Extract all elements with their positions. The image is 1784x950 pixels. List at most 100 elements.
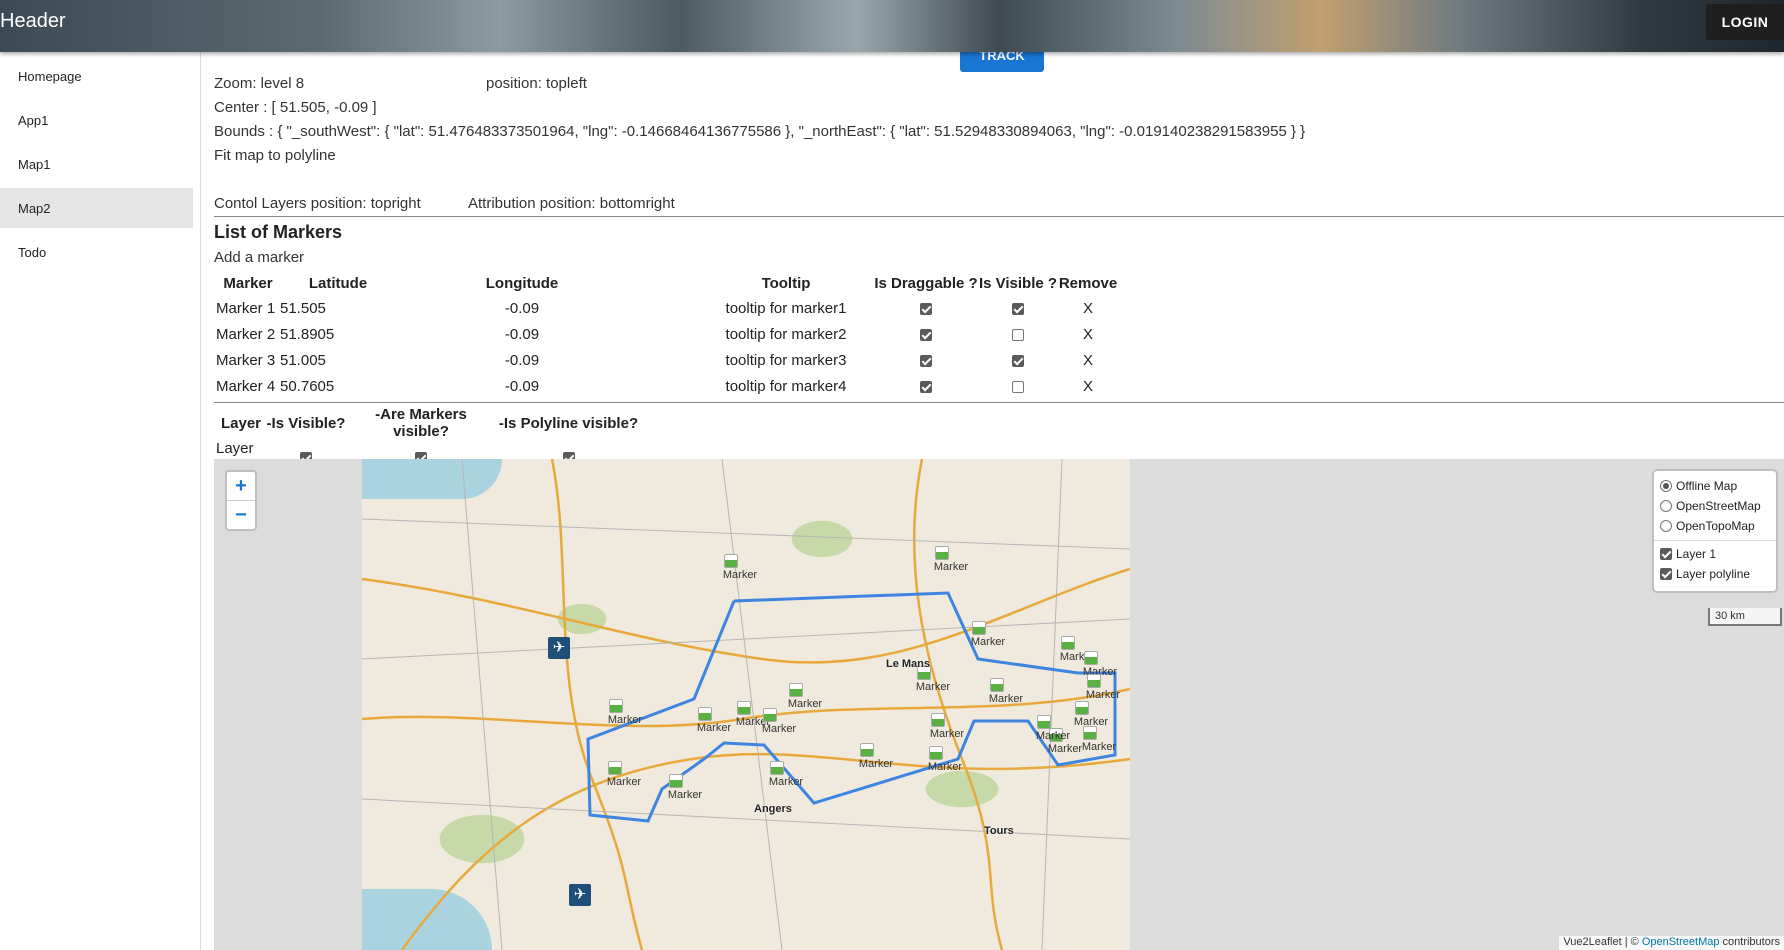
- zoom-out-button[interactable]: −: [227, 500, 255, 528]
- map-marker[interactable]: Marker: [666, 772, 704, 810]
- add-marker-link[interactable]: Add a marker: [214, 249, 304, 266]
- table-header-row: Layer -Is Visible? -Are Markers visible?…: [216, 406, 641, 440]
- col-longitude: Longitude: [485, 274, 559, 292]
- marker-latitude[interactable]: 51.005: [280, 347, 396, 373]
- marker-label: Marker: [858, 758, 894, 770]
- base-layer-opentopomap[interactable]: OpenTopoMap: [1660, 516, 1770, 536]
- radio-icon[interactable]: [1660, 480, 1672, 492]
- map-marker[interactable]: Marker: [1034, 713, 1072, 751]
- draggable-checkbox[interactable]: [920, 328, 932, 341]
- marker-label: Marker: [929, 728, 965, 740]
- sidebar-item-map1[interactable]: Map1: [0, 144, 193, 184]
- marker-image-icon: [609, 699, 623, 713]
- login-button[interactable]: LOGIN: [1706, 4, 1784, 40]
- radio-icon[interactable]: [1660, 500, 1672, 512]
- map-marker[interactable]: Marker: [987, 676, 1025, 714]
- base-layer-openstreetmap[interactable]: OpenStreetMap: [1660, 496, 1770, 516]
- marker-label: Marker: [915, 681, 951, 693]
- visible-checkbox[interactable]: [1012, 354, 1024, 367]
- marker-tooltip[interactable]: tooltip for marker1: [698, 295, 874, 321]
- col-layer-visible: -Is Visible?: [266, 414, 346, 432]
- overlay-layer-1[interactable]: Layer 1: [1660, 544, 1770, 564]
- fit-polyline-link[interactable]: Fit map to polyline: [214, 147, 336, 164]
- marker-image-icon: [724, 554, 738, 568]
- col-markers-visible: -Are Markers visible?: [375, 406, 467, 440]
- col-layer: Layer: [220, 414, 262, 432]
- marker-name: Marker 3: [216, 351, 276, 369]
- marker-tooltip[interactable]: tooltip for marker4: [698, 373, 874, 399]
- marker-longitude[interactable]: -0.09: [396, 347, 648, 373]
- draggable-checkbox[interactable]: [920, 302, 932, 315]
- map-marker[interactable]: Marker: [932, 544, 970, 582]
- col-tooltip: Tooltip: [761, 274, 811, 292]
- map-marker[interactable]: Marker: [969, 619, 1007, 657]
- remove-button[interactable]: X: [1058, 347, 1118, 373]
- marker-image-icon: [931, 713, 945, 727]
- checkbox-icon[interactable]: [1660, 568, 1672, 580]
- openstreetmap-link[interactable]: OpenStreetMap: [1642, 936, 1720, 948]
- spacer: [648, 295, 698, 321]
- sidebar-item-app1[interactable]: App1: [0, 100, 193, 140]
- map-marker[interactable]: Marker: [1080, 724, 1118, 762]
- marker-latitude[interactable]: 50.7605: [280, 373, 396, 399]
- spacer: [648, 321, 698, 347]
- layers-position-text: Contol Layers position: topright: [214, 195, 421, 212]
- marker-longitude[interactable]: -0.09: [396, 321, 648, 347]
- marker-name: Marker 4: [216, 377, 276, 395]
- remove-button[interactable]: X: [1058, 373, 1118, 399]
- markers-list-title: List of Markers: [214, 222, 343, 242]
- marker-label: Marker: [1081, 741, 1117, 753]
- map-marker[interactable]: Marker: [605, 759, 643, 797]
- remove-button[interactable]: X: [1058, 321, 1118, 347]
- marker-longitude[interactable]: -0.09: [396, 373, 648, 399]
- marker-latitude[interactable]: 51.8905: [280, 321, 396, 347]
- marker-image-icon: [608, 761, 622, 775]
- header-title: Header: [0, 10, 66, 32]
- visible-checkbox[interactable]: [1012, 328, 1024, 341]
- marker-tooltip[interactable]: tooltip for marker3: [698, 347, 874, 373]
- col-remove: Remove: [1058, 274, 1118, 292]
- map-marker[interactable]: Marker: [721, 552, 759, 590]
- marker-label: Marker: [933, 561, 969, 573]
- col-draggable: Is Draggable ?: [874, 274, 978, 292]
- base-layer-offline[interactable]: Offline Map: [1660, 476, 1770, 496]
- overlay-label: Layer polyline: [1676, 567, 1751, 581]
- map-container[interactable]: Marker Marker Marker Marker Marker Marker Mark…: [214, 459, 1784, 950]
- map-marker[interactable]: Marker: [926, 744, 964, 782]
- divider: [1654, 540, 1776, 541]
- checkbox-icon[interactable]: [1660, 548, 1672, 560]
- table-row: Marker 2 51.8905 -0.09 tooltip for marker2 X: [216, 321, 1118, 347]
- visible-checkbox[interactable]: [1012, 302, 1024, 315]
- map-marker[interactable]: Marker: [695, 705, 733, 743]
- map-marker[interactable]: Marker: [606, 697, 644, 735]
- zoom-position-text: position: topleft: [486, 75, 587, 92]
- sidebar-item-todo[interactable]: Todo: [0, 232, 193, 272]
- remove-button[interactable]: X: [1058, 295, 1118, 321]
- marker-label: Marker: [988, 693, 1024, 705]
- visible-checkbox[interactable]: [1012, 380, 1024, 393]
- marker-image-icon: [1083, 726, 1097, 740]
- center-text: Center : [ 51.505, -0.09 ]: [214, 99, 377, 116]
- marker-label: Marker: [761, 723, 797, 735]
- table-row: Marker 3 51.005 -0.09 tooltip for marker3 X: [216, 347, 1118, 373]
- marker-tooltip[interactable]: tooltip for marker2: [698, 321, 874, 347]
- col-spacer: [648, 271, 698, 295]
- marker-latitude[interactable]: 51.505: [280, 295, 396, 321]
- marker-label: Marker: [667, 789, 703, 801]
- map-marker[interactable]: Marker: [767, 759, 805, 797]
- marker-longitude[interactable]: -0.09: [396, 295, 648, 321]
- sidebar-item-map2[interactable]: Map2: [0, 188, 193, 228]
- radio-icon[interactable]: [1660, 520, 1672, 532]
- map-marker[interactable]: Marker: [760, 706, 798, 744]
- marker-image-icon: [1084, 651, 1098, 665]
- draggable-checkbox[interactable]: [920, 354, 932, 367]
- zoom-in-button[interactable]: +: [227, 472, 255, 500]
- base-layer-label: OpenStreetMap: [1676, 499, 1761, 513]
- marker-label: Marker: [970, 636, 1006, 648]
- overlay-layer-polyline[interactable]: Layer polyline: [1660, 564, 1770, 584]
- divider: [214, 402, 1784, 403]
- sidebar-item-homepage[interactable]: Homepage: [0, 56, 193, 96]
- map-marker[interactable]: Marker: [857, 741, 895, 779]
- marker-image-icon: [1037, 715, 1051, 729]
- draggable-checkbox[interactable]: [920, 380, 932, 393]
